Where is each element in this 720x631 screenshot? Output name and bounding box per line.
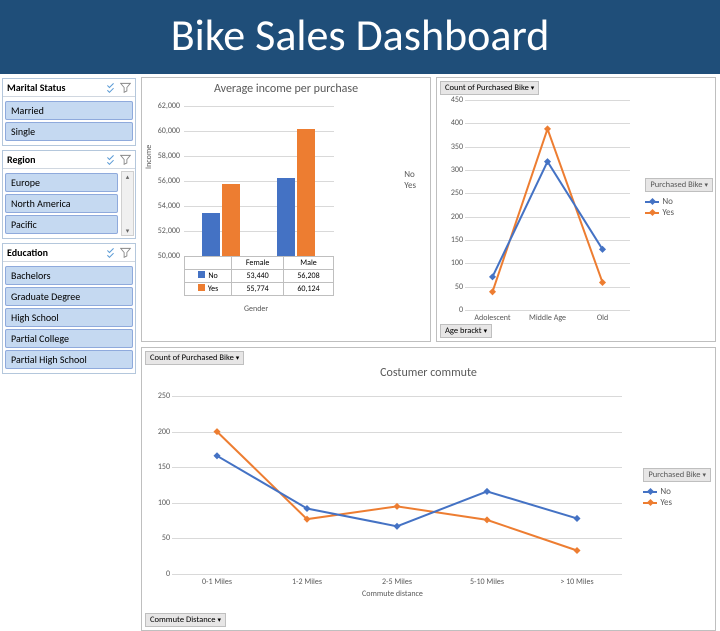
slicer-marital-status: Marital Status Married Single <box>2 78 136 146</box>
legend: NoYes <box>404 169 416 191</box>
chart-age: Count of Purchased Bike Age brackt 0 50 100 1… <box>436 77 716 342</box>
legend: Purchased BikeNoYes <box>643 468 711 508</box>
field-pill[interactable]: Count of Purchased Bike <box>440 81 539 95</box>
field-pill[interactable]: Count of Purchased Bike <box>145 351 244 365</box>
y-tick: 0 <box>443 305 463 315</box>
slicer-item-bachelors[interactable]: Bachelors <box>5 266 133 285</box>
slicer-item-single[interactable]: Single <box>5 122 133 141</box>
y-tick: 58,000 <box>158 151 180 161</box>
slicer-title: Education <box>7 246 48 259</box>
bar <box>277 178 295 256</box>
chart-title: Average income per purchase <box>142 78 430 100</box>
chart-income: Average income per purchase Income 50,000… <box>141 77 431 342</box>
slicer-education: Education Bachelors Graduate Degree High… <box>2 243 136 374</box>
legend-title-pill[interactable]: Purchased Bike <box>645 178 713 192</box>
line-plot <box>465 100 630 310</box>
slicer-title: Region <box>7 153 35 166</box>
slicer-panel: Marital Status Married Single Region <box>0 74 138 382</box>
x-category: 2-5 Miles <box>352 577 442 587</box>
x-category: 1-2 Miles <box>262 577 352 587</box>
slicer-item-graduate[interactable]: Graduate Degree <box>5 287 133 306</box>
y-tick: 200 <box>443 212 463 222</box>
y-tick: 50,000 <box>158 251 180 261</box>
slicer-item-partial-high-school[interactable]: Partial High School <box>5 350 133 369</box>
legend: Purchased BikeNoYes <box>645 178 713 218</box>
x-axis-label: Commute distance <box>362 589 423 599</box>
y-tick: 350 <box>443 142 463 152</box>
chart-commute: Costumer commute Count of Purchased Bike… <box>141 347 716 631</box>
x-category: 5-10 Miles <box>442 577 532 587</box>
x-category: Middle Age <box>520 313 575 323</box>
y-tick: 0 <box>150 569 170 579</box>
x-category: Old <box>575 313 630 323</box>
clear-filter-icon[interactable] <box>120 247 131 258</box>
y-axis-label: Income <box>144 145 154 169</box>
slicer-item-partial-college[interactable]: Partial College <box>5 329 133 348</box>
y-tick: 150 <box>443 235 463 245</box>
multiselect-icon[interactable] <box>106 247 117 258</box>
bar <box>222 184 240 256</box>
clear-filter-icon[interactable] <box>120 82 131 93</box>
y-tick: 56,000 <box>158 176 180 186</box>
slicer-item-north-america[interactable]: North America <box>5 194 118 213</box>
scrollbar[interactable]: ▴▾ <box>121 171 134 236</box>
slicer-title: Marital Status <box>7 81 65 94</box>
y-tick: 300 <box>443 165 463 175</box>
charts-area: Average income per purchase Income 50,000… <box>138 74 720 382</box>
y-tick: 250 <box>443 188 463 198</box>
multiselect-icon[interactable] <box>106 82 117 93</box>
y-tick: 450 <box>443 95 463 105</box>
legend-title-pill[interactable]: Purchased Bike <box>643 468 711 482</box>
x-category: > 10 Miles <box>532 577 622 587</box>
chevron-down-icon[interactable]: ▾ <box>126 226 130 235</box>
y-tick: 50 <box>150 533 170 543</box>
chevron-up-icon[interactable]: ▴ <box>126 172 130 181</box>
dashboard-title: Bike Sales Dashboard <box>0 0 720 74</box>
y-tick: 50 <box>443 282 463 292</box>
y-tick: 62,000 <box>158 101 180 111</box>
field-pill[interactable]: Age brackt <box>440 324 492 338</box>
y-tick: 200 <box>150 427 170 437</box>
data-table: FemaleMaleNo53,44056,208Yes55,77460,124 <box>184 256 334 296</box>
y-tick: 100 <box>443 258 463 268</box>
x-category: 0-1 Miles <box>172 577 262 587</box>
slicer-item-high-school[interactable]: High School <box>5 308 133 327</box>
bar <box>297 129 315 256</box>
x-category: Adolescent <box>465 313 520 323</box>
y-tick: 54,000 <box>158 201 180 211</box>
slicer-item-europe[interactable]: Europe <box>5 173 118 192</box>
x-axis-label: Gender <box>244 304 268 314</box>
y-tick: 60,000 <box>158 126 180 136</box>
y-tick: 150 <box>150 462 170 472</box>
slicer-region: Region Europe North America Pacific ▴▾ <box>2 150 136 239</box>
y-tick: 400 <box>443 118 463 128</box>
y-tick: 250 <box>150 391 170 401</box>
clear-filter-icon[interactable] <box>120 154 131 165</box>
field-pill[interactable]: Commute Distance <box>145 613 226 627</box>
multiselect-icon[interactable] <box>106 154 117 165</box>
slicer-item-pacific[interactable]: Pacific <box>5 215 118 234</box>
y-tick: 52,000 <box>158 226 180 236</box>
slicer-item-married[interactable]: Married <box>5 101 133 120</box>
y-tick: 100 <box>150 498 170 508</box>
line-plot <box>172 396 622 574</box>
bar <box>202 213 220 256</box>
